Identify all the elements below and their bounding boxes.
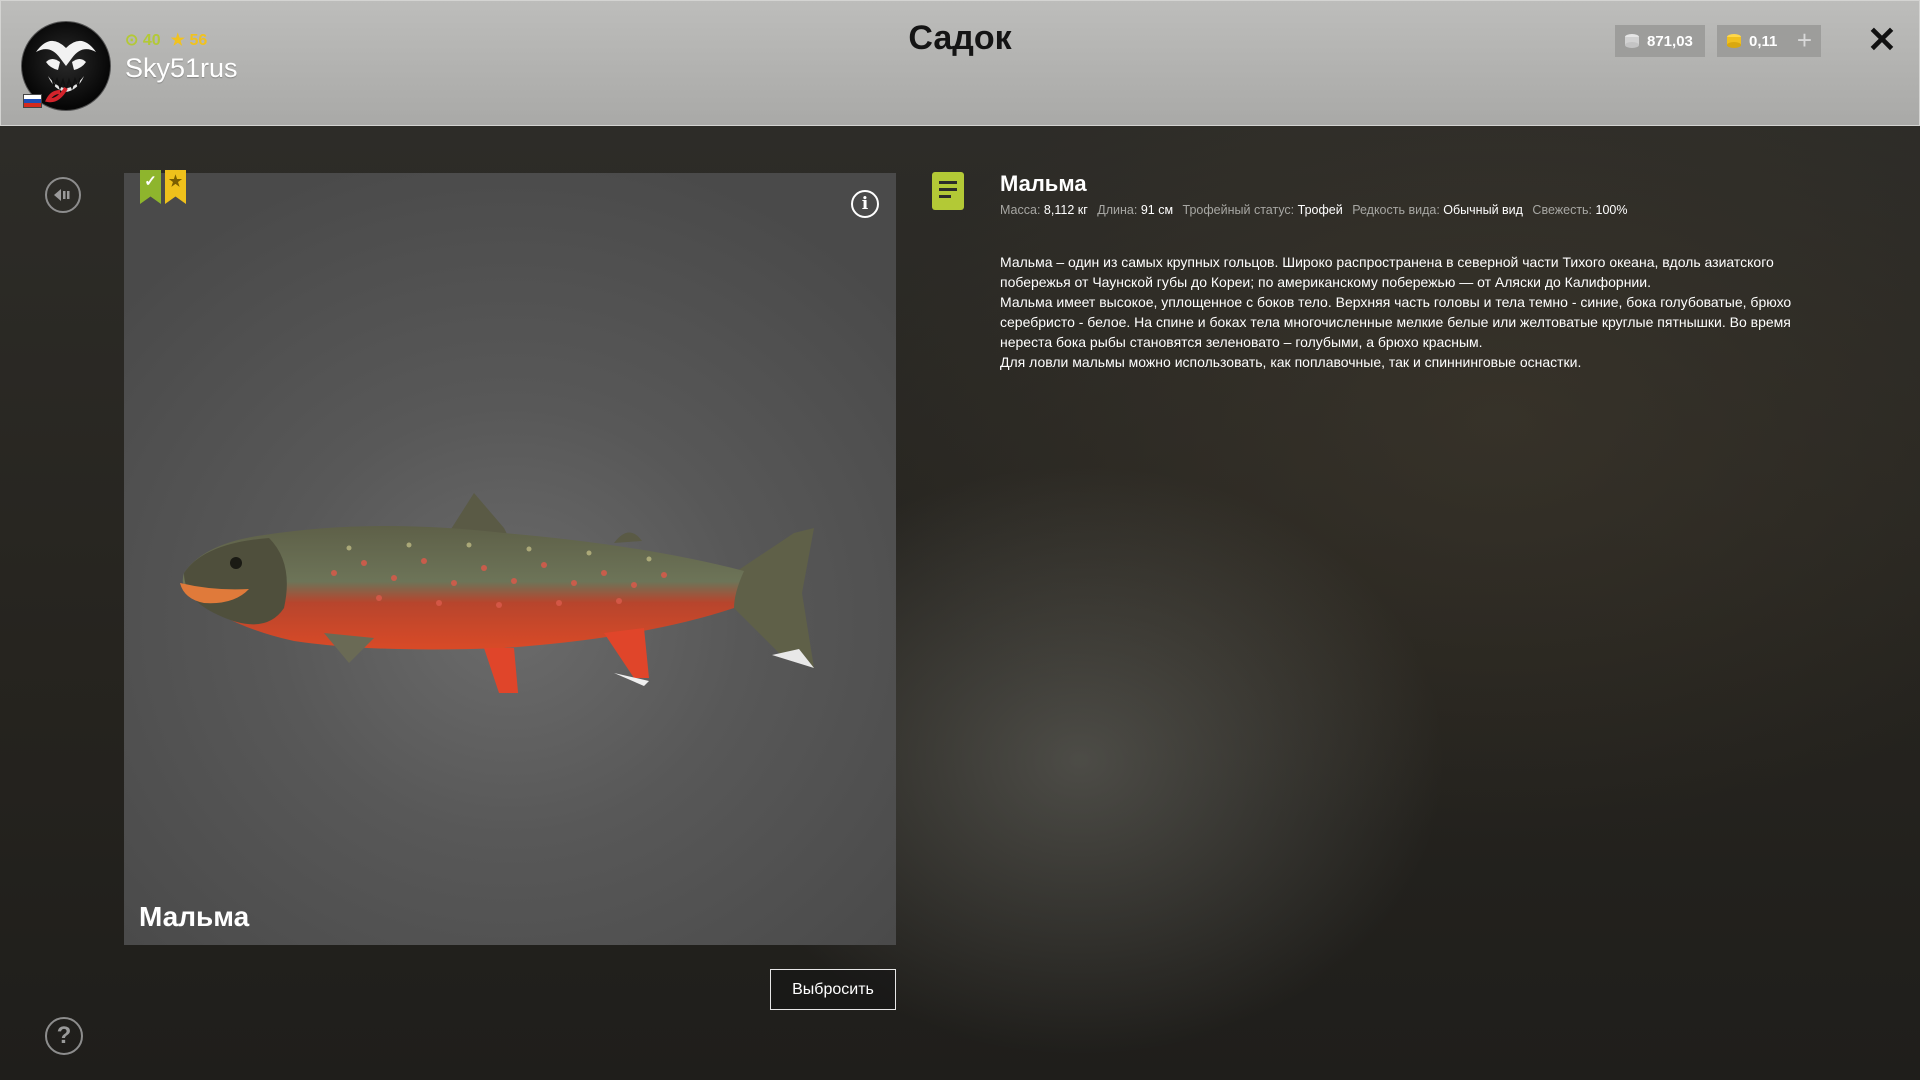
- fish-preview-panel: ✓ ★ i Мальма: [124, 170, 896, 945]
- close-button[interactable]: ✕: [1865, 22, 1899, 58]
- gold-amount: 0,11: [1749, 32, 1778, 50]
- add-currency-button[interactable]: +: [1788, 25, 1821, 57]
- prop-key: Масса:: [1000, 203, 1041, 217]
- fish-name-label: Мальма: [139, 901, 250, 932]
- prop-rarity-value: Обычный вид: [1443, 203, 1523, 217]
- description-paragraph: Мальма – один из самых крупных гольцов. …: [1000, 254, 1774, 290]
- release-button[interactable]: Выбросить: [770, 969, 896, 1010]
- star-badge-icon: ★: [165, 170, 186, 204]
- back-arrow-icon: [54, 189, 70, 201]
- prop-trophy-value: Трофей: [1297, 203, 1343, 217]
- back-button[interactable]: [45, 177, 81, 213]
- prop-key: Свежесть:: [1532, 203, 1593, 217]
- prop-key: Длина:: [1097, 203, 1138, 217]
- prop-length-value: 91 см: [1140, 203, 1174, 217]
- gold-coins-icon: [1727, 34, 1741, 48]
- description-paragraph: Для ловли мальмы можно использовать, как…: [1000, 354, 1582, 370]
- trophy-badge-icon: ✓: [140, 170, 161, 204]
- silver-amount: 871,03: [1647, 32, 1693, 50]
- fish-description: Мальма – один из самых крупных гольцов. …: [1000, 252, 1840, 372]
- prop-freshness-value: 100%: [1595, 203, 1628, 217]
- prop-mass-value: 8,112 кг: [1043, 203, 1088, 217]
- silver-balance: 871,03: [1615, 25, 1705, 57]
- prop-key: Редкость вида:: [1352, 203, 1440, 217]
- info-button[interactable]: i: [851, 190, 879, 218]
- description-paragraph: Мальма имеет высокое, уплощенное с боков…: [1000, 294, 1792, 350]
- prop-key: Трофейный статус:: [1182, 203, 1295, 217]
- fish-title: Мальма: [1000, 171, 1087, 196]
- russia-flag-icon: [23, 94, 42, 108]
- fish-image: [180, 493, 814, 693]
- note-icon: [932, 172, 964, 210]
- fish-properties: Масса: 8,112 кг Длина: 91 см Трофейный с…: [1000, 203, 1634, 217]
- top-bar: ⊙ 40 ★ 56 Sky51rus Садок 871,03 0,11 + ✕: [0, 0, 1920, 126]
- gold-balance: 0,11: [1717, 25, 1791, 57]
- help-button[interactable]: ?: [45, 1017, 83, 1055]
- silver-coins-icon: [1625, 34, 1639, 48]
